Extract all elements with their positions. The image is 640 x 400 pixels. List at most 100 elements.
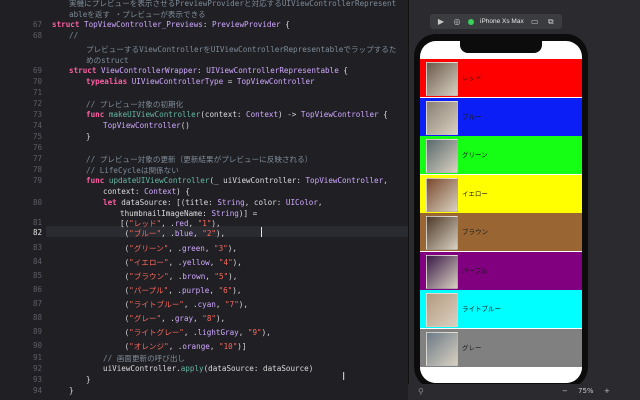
code-line: func makeUIViewController(context: Conte… bbox=[86, 110, 388, 119]
code-token: ( bbox=[120, 328, 130, 337]
code-token: , bbox=[383, 176, 388, 185]
code-token: (dataSource: dataSource) bbox=[203, 364, 314, 373]
line-number: 69 bbox=[32, 66, 42, 75]
thumbnail-image bbox=[426, 177, 458, 212]
code-token: ), bbox=[232, 286, 242, 295]
code-token: // bbox=[69, 31, 79, 40]
code-line: typealias UIViewControllerType = TopView… bbox=[86, 77, 315, 86]
row-label: レッド bbox=[462, 74, 482, 82]
code-token: typealias bbox=[86, 77, 128, 86]
color-row[interactable]: レッド bbox=[420, 59, 582, 97]
zoom-in-button[interactable]: + bbox=[604, 387, 610, 395]
code-token: "6" bbox=[218, 286, 233, 295]
code-line: // 画面更新の呼び出し bbox=[103, 353, 185, 364]
code-token: , bbox=[209, 342, 219, 351]
code-line: } bbox=[86, 132, 91, 141]
line-number: 90 bbox=[32, 341, 42, 350]
ibeam-cursor-icon: I bbox=[342, 370, 346, 383]
code-line: ("ブルー", .blue, "2"), bbox=[120, 228, 226, 239]
code-token: ), bbox=[261, 328, 271, 337]
code-token: "10" bbox=[219, 342, 238, 351]
code-token: , bbox=[204, 244, 215, 253]
code-token: = bbox=[223, 77, 237, 86]
line-number: 77 bbox=[32, 154, 42, 163]
color-row[interactable]: ブラウン bbox=[420, 213, 582, 251]
code-line: ("ライトブルー", .cyan, "7"), bbox=[120, 299, 248, 310]
code-token: (context: bbox=[200, 110, 247, 119]
code-line: ("オレンジ", .orange, "10")] bbox=[120, 341, 247, 352]
code-token: , . bbox=[183, 328, 198, 337]
line-number: 67 bbox=[32, 20, 42, 29]
thumbnail-image bbox=[426, 62, 458, 96]
code-line: // プレビュー対象の更新（更新結果がプレビューに反映される） bbox=[86, 154, 312, 165]
color-row[interactable] bbox=[420, 367, 582, 383]
code-token: "グレー" bbox=[129, 314, 162, 323]
color-row[interactable]: グレー bbox=[420, 328, 582, 367]
code-line: プレビューするViewControllerをUIViewControllerRe… bbox=[86, 44, 397, 55]
text-caret bbox=[261, 227, 262, 237]
zoom-out-button[interactable]: − bbox=[562, 387, 568, 395]
code-line: struct ViewControllerWrapper: UIViewCont… bbox=[69, 66, 348, 75]
pin-icon[interactable]: ⚲ bbox=[418, 387, 424, 396]
code-token: "ブルー" bbox=[129, 229, 162, 238]
thumbnail-image bbox=[426, 100, 458, 135]
device-icon[interactable]: ▭ bbox=[530, 17, 540, 26]
code-token: cyan bbox=[197, 300, 216, 309]
code-token: ), bbox=[238, 300, 248, 309]
code-token: ( bbox=[120, 258, 130, 267]
line-number: 74 bbox=[32, 121, 42, 130]
code-token: dataSource: [(title: bbox=[116, 198, 218, 207]
code-token: TopViewController bbox=[236, 77, 315, 86]
code-line: let dataSource: [(title: String, color: … bbox=[103, 198, 323, 207]
code-token: ), bbox=[232, 258, 242, 267]
line-number: 92 bbox=[32, 364, 42, 373]
color-row[interactable]: イエロー bbox=[420, 174, 582, 213]
color-row[interactable]: グリーン bbox=[420, 136, 582, 174]
code-line: ableを返す ・プレビューが表示できる bbox=[69, 9, 206, 20]
thumbnail-image bbox=[426, 216, 458, 250]
code-token: ), bbox=[228, 272, 238, 281]
code-editor[interactable]: 67 68 69 70 71 72 73 74 75 76 77 78 79 80 81 82 83 84 85 86… bbox=[0, 0, 408, 400]
code-token: ), bbox=[215, 314, 226, 323]
code-line: context: Context) { bbox=[103, 187, 190, 196]
inspect-icon[interactable]: ◎ bbox=[452, 17, 462, 26]
line-number: 80 bbox=[32, 198, 42, 207]
code-token: ( bbox=[120, 314, 130, 323]
line-number: 89 bbox=[32, 327, 42, 336]
code-token: updateUIViewController bbox=[108, 176, 210, 185]
device-status-dot bbox=[468, 18, 474, 25]
current-line-highlight bbox=[46, 226, 408, 237]
code-line: 実機にプレビューを表示させるPreviewProviderと対応するUIView… bbox=[69, 0, 396, 9]
line-number: 79 bbox=[32, 176, 42, 185]
code-token: } bbox=[86, 132, 91, 141]
line-number: 85 bbox=[32, 271, 42, 280]
code-token: // プレビュー対象の更新（更新結果がプレビューに反映される） bbox=[86, 155, 313, 164]
code-line: // LifeCycleは関係ない bbox=[86, 165, 179, 176]
color-row[interactable]: ライトブルー bbox=[420, 290, 582, 328]
row-label: イエロー bbox=[462, 189, 488, 198]
code-token: TopViewController bbox=[305, 176, 384, 185]
row-label: ブルー bbox=[462, 112, 482, 121]
row-label: ライトブルー bbox=[462, 305, 501, 313]
code-token: func bbox=[86, 110, 105, 119]
color-row[interactable]: ブルー bbox=[420, 97, 582, 136]
play-icon[interactable]: ▶ bbox=[436, 17, 446, 26]
color-row[interactable]: パープル bbox=[420, 251, 582, 290]
duplicate-icon[interactable]: ⧉ bbox=[546, 17, 556, 27]
code-token: ableを返す ・プレビューが表示できる bbox=[69, 10, 206, 19]
device-name[interactable]: iPhone Xs Max bbox=[480, 18, 524, 25]
code-token: プレビューするViewControllerをUIViewControllerRe… bbox=[86, 45, 397, 54]
code-token: Context bbox=[144, 187, 177, 196]
code-token: , . bbox=[168, 272, 183, 281]
code-token: "4" bbox=[218, 258, 233, 267]
code-token: () bbox=[180, 121, 190, 130]
code-token: , bbox=[317, 198, 323, 207]
code-token: ( bbox=[120, 272, 130, 281]
code-token: "7" bbox=[225, 300, 239, 309]
code-token: , . bbox=[161, 314, 175, 323]
code-token: TopViewController bbox=[300, 110, 379, 119]
code-line: func updateUIViewController(_ uiViewCont… bbox=[86, 176, 388, 185]
code-token: { bbox=[280, 20, 290, 29]
code-token: , . bbox=[183, 300, 198, 309]
code-token: ( bbox=[120, 342, 130, 351]
